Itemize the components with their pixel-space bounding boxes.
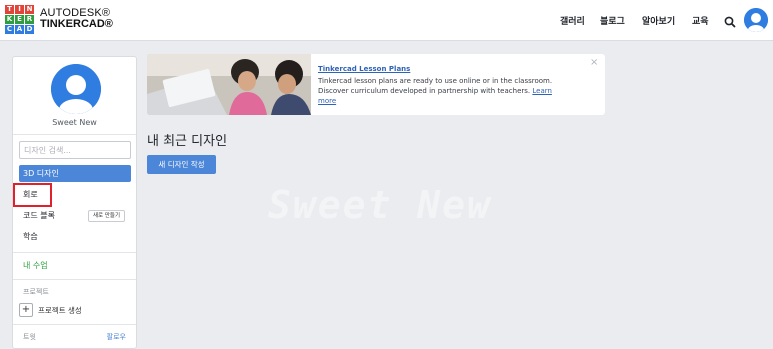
nav-gallery[interactable]: 갤러리 <box>560 0 585 41</box>
logo-letter: I <box>15 5 24 14</box>
profile-username: Sweet New <box>52 118 97 127</box>
logo-letter: E <box>15 15 24 24</box>
create-project-label: 프로젝트 생성 <box>38 305 82 315</box>
close-icon[interactable]: × <box>590 57 598 68</box>
sidebar-item-label: 코드 블록 <box>23 211 55 220</box>
username-watermark: Sweet New <box>268 183 492 227</box>
logo-letter: D <box>25 25 34 34</box>
logo-letter: R <box>25 15 34 24</box>
banner-title-link[interactable]: Tinkercad Lesson Plans <box>318 65 410 73</box>
banner-text: Tinkercad lesson plans are ready to use … <box>318 77 553 95</box>
top-navigation-bar: T I N K E R C A D AUTODESK® TINKERCAD® 갤… <box>0 0 773 41</box>
nav-blog-label: 블로그 <box>600 17 625 27</box>
brand-name[interactable]: AUTODESK® TINKERCAD® <box>40 8 113 30</box>
lesson-plans-banner: Tinkercad Lesson Plans Tinkercad lesson … <box>147 54 605 115</box>
nav-learn-label: 알아보기 <box>642 17 676 27</box>
sidebar-item-label: 3D 디자인 <box>23 169 59 178</box>
logo-letter: N <box>25 5 34 14</box>
profile-avatar-icon[interactable] <box>51 64 101 114</box>
brand-line-tinkercad: TINKERCAD® <box>40 18 113 30</box>
divider <box>13 279 136 280</box>
sidebar-item-learning[interactable]: 학습 <box>19 228 131 245</box>
nav-learn[interactable]: 알아보기 <box>642 0 675 41</box>
sidebar: Sweet New 3D 디자인 회로 코드 블록 새로 만들기 학습 내 수업… <box>12 56 137 349</box>
divider <box>13 134 136 135</box>
tinkercad-logo[interactable]: T I N K E R C A D <box>5 5 34 34</box>
banner-description: Tinkercad lesson plans are ready to use … <box>318 76 553 106</box>
projects-section-label: 프로젝트 <box>23 288 49 296</box>
create-new-design-button[interactable]: 새 디자인 작성 <box>147 155 216 174</box>
sidebar-item-label: 회로 <box>23 190 38 199</box>
follow-link[interactable]: 팔로우 <box>107 332 126 342</box>
sidebar-item-label: 학습 <box>23 232 38 241</box>
logo-letter: K <box>5 15 14 24</box>
page-title: 내 최근 디자인 <box>147 134 228 149</box>
logo-letter: T <box>5 5 14 14</box>
new-badge: 새로 만들기 <box>88 210 126 222</box>
nav-education[interactable]: 교육 <box>692 0 709 41</box>
sidebar-item-classes[interactable]: 내 수업 <box>19 257 131 274</box>
logo-letter: C <box>5 25 14 34</box>
logo-letter: A <box>15 25 24 34</box>
banner-photo <box>147 54 311 115</box>
tweets-section-label: 트윗 <box>23 333 36 341</box>
divider <box>13 252 136 253</box>
sidebar-item-label: 내 수업 <box>23 261 48 270</box>
nav-education-label: 교육 <box>692 17 709 27</box>
divider <box>13 324 136 325</box>
sidebar-item-3d-designs[interactable]: 3D 디자인 <box>19 165 131 182</box>
nav-gallery-label: 갤러리 <box>560 17 585 27</box>
sidebar-item-circuits[interactable]: 회로 <box>19 186 131 203</box>
nav-blog[interactable]: 블로그 <box>600 0 625 41</box>
create-project-button[interactable]: + 프로젝트 생성 <box>19 302 82 318</box>
user-avatar-icon[interactable] <box>744 8 768 32</box>
design-search-input[interactable] <box>19 141 131 159</box>
plus-icon: + <box>19 303 33 317</box>
search-icon[interactable] <box>723 14 737 28</box>
